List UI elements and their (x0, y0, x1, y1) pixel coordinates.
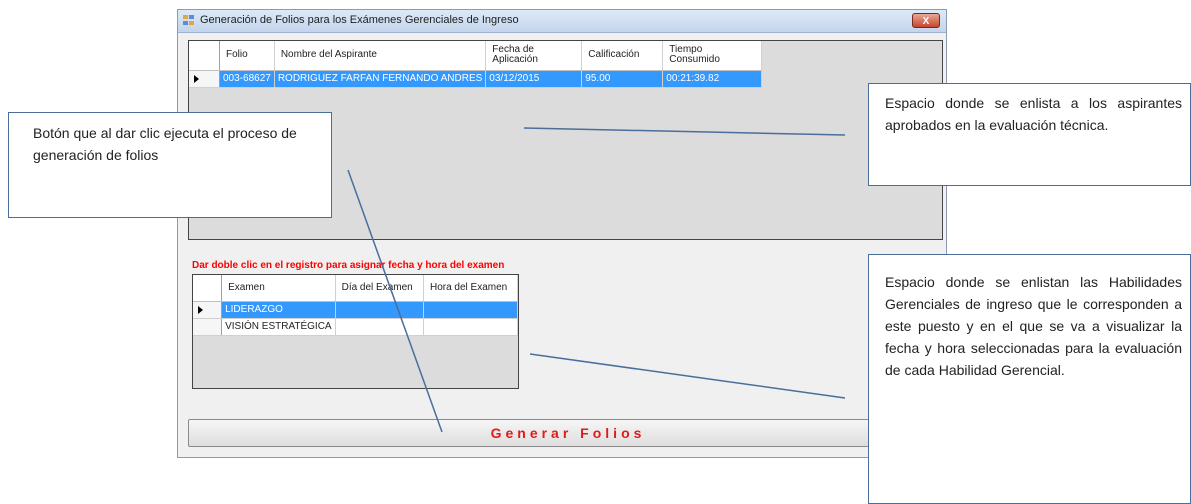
cell-dia[interactable] (335, 318, 424, 336)
row-header-corner (189, 41, 220, 71)
callout-button-note: Botón que al dar clic ejecuta el proceso… (8, 112, 332, 218)
callout-skills-note: Espacio donde se enlistan las Habilidade… (868, 254, 1191, 504)
cell-nombre[interactable]: RODRIGUEZ FARFAN FERNANDO ANDRES (274, 70, 487, 88)
cell-examen[interactable]: VISIÓN ESTRATÉGICA (221, 318, 336, 336)
table-row[interactable]: 003-68627 RODRIGUEZ FARFAN FERNANDO ANDR… (189, 70, 763, 88)
cell-hora[interactable] (423, 301, 519, 319)
cell-dia[interactable] (335, 301, 424, 319)
column-header-tiempo[interactable]: Tiempo Consumido (662, 41, 763, 71)
column-header-nombre[interactable]: Nombre del Aspirante (274, 41, 487, 71)
column-header-calificacion[interactable]: Calificación (581, 41, 664, 71)
generate-folios-button[interactable]: Generar Folios (188, 419, 948, 447)
cell-tiempo[interactable]: 00:21:39.82 (662, 70, 763, 88)
app-icon (183, 15, 195, 26)
table-row[interactable]: VISIÓN ESTRATÉGICA (193, 318, 519, 336)
cell-hora[interactable] (423, 318, 519, 336)
row-selector[interactable] (189, 70, 220, 88)
column-header-folio[interactable]: Folio (219, 41, 275, 71)
cell-examen[interactable]: LIDERAZGO (221, 301, 336, 319)
row-pointer-icon (198, 305, 203, 314)
title-bar: Generación de Folios para los Exámenes G… (178, 10, 946, 33)
close-button[interactable]: X (912, 13, 940, 28)
column-header-dia[interactable]: Día del Examen (335, 275, 424, 302)
cell-folio[interactable]: 003-68627 (219, 70, 275, 88)
row-pointer-icon (194, 74, 199, 83)
table-row[interactable]: LIDERAZGO (193, 301, 519, 319)
window-title: Generación de Folios para los Exámenes G… (200, 14, 519, 26)
row-selector[interactable] (193, 301, 223, 319)
column-header-hora[interactable]: Hora del Examen (423, 275, 519, 302)
app-window: Generación de Folios para los Exámenes G… (177, 9, 948, 458)
column-header-examen[interactable]: Examen (221, 275, 336, 302)
exams-grid[interactable]: Examen Día del Examen Hora del Examen LI… (192, 274, 519, 389)
cell-calificacion[interactable]: 95.00 (581, 70, 664, 88)
instruction-text: Dar doble clic en el registro para asign… (192, 260, 505, 271)
callout-aspirants-note: Espacio donde se enlista a los aspirante… (868, 83, 1191, 186)
column-header-fecha[interactable]: Fecha de Aplicación (485, 41, 583, 71)
row-selector[interactable] (193, 318, 223, 336)
cell-fecha[interactable]: 03/12/2015 (485, 70, 583, 88)
row-header-corner (193, 275, 223, 302)
